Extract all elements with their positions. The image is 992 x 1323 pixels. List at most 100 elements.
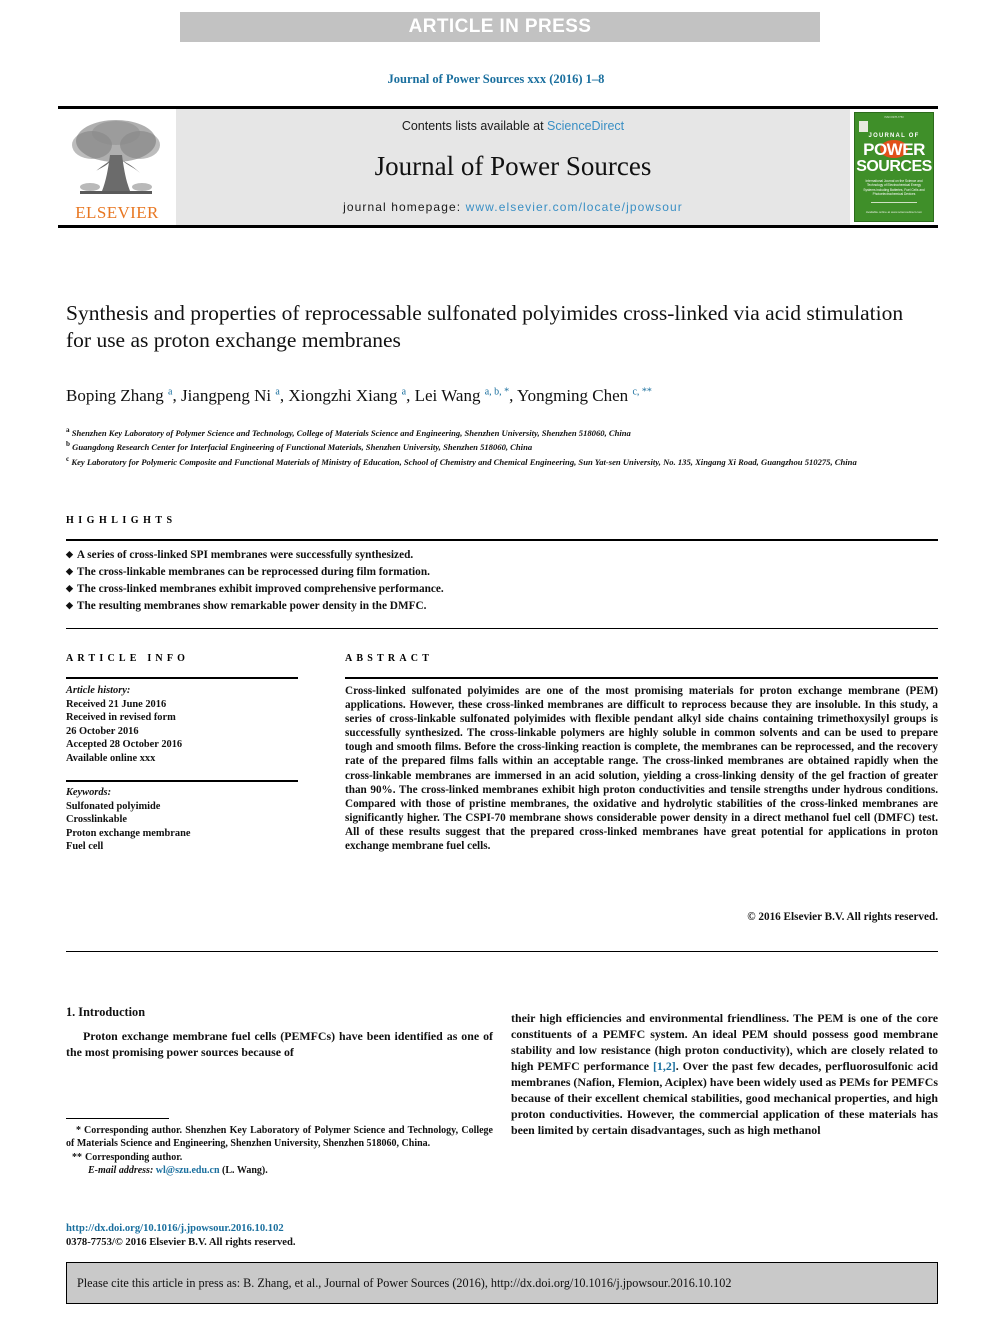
- sciencedirect-link[interactable]: ScienceDirect: [547, 119, 624, 133]
- affiliation-item: b Guangdong Research Center for Interfac…: [66, 439, 944, 453]
- bullet-icon: ◆: [66, 600, 73, 610]
- contents-prefix: Contents lists available at: [401, 119, 548, 133]
- journal-title: Journal of Power Sources: [374, 151, 652, 181]
- cover-line3: SOURCES: [856, 158, 932, 175]
- keyword-item[interactable]: Fuel cell: [66, 841, 103, 852]
- highlights-divider: [66, 539, 938, 541]
- email-label: E-mail address:: [88, 1165, 154, 1177]
- history-item: Received 21 June 2016: [66, 698, 167, 710]
- affiliation-mark: c: [66, 454, 70, 463]
- affiliation-text: Key Laboratory for Polymeric Composite a…: [71, 456, 857, 467]
- elsevier-tree-icon: [72, 120, 160, 194]
- footnote-text: Corresponding author. Shenzhen Key Labor…: [66, 1125, 493, 1150]
- footnote-email-line: E-mail address: wl@szu.edu.cn (L. Wang).: [66, 1164, 493, 1177]
- page-title: Synthesis and properties of reprocessabl…: [66, 301, 904, 353]
- article-info-divider: [66, 677, 298, 679]
- author-item[interactable]: Jiangpeng Ni a: [181, 386, 280, 405]
- keyword-item[interactable]: Proton exchange membrane: [66, 828, 190, 839]
- author-affil-marks: c, **: [632, 386, 652, 398]
- highlights-heading: HIGHLIGHTS: [66, 515, 177, 526]
- keywords-divider: [66, 780, 298, 782]
- email-owner: (L. Wang).: [222, 1165, 268, 1177]
- author-item[interactable]: Xiongzhi Xiang a: [288, 386, 406, 405]
- journal-homepage-line: journal homepage: www.elsevier.com/locat…: [176, 200, 850, 214]
- elsevier-wordmark: ELSEVIER: [75, 203, 159, 222]
- article-history-label: Article history:: [66, 685, 131, 696]
- author-affil-marks: a: [168, 386, 173, 398]
- body-column-right: their high efficiencies and environmenta…: [511, 1010, 938, 1138]
- author-affil-marks: a: [401, 386, 407, 398]
- affiliation-text: Shenzhen Key Laboratory of Polymer Scien…: [71, 427, 631, 438]
- doi-link[interactable]: http://dx.doi.org/10.1016/j.jpowsour.201…: [66, 1222, 493, 1236]
- footnote-divider: [66, 1118, 169, 1119]
- author-affil-marks: a, b, *: [484, 386, 510, 398]
- list-item: ◆ The resulting membranes show remarkable…: [66, 597, 938, 614]
- history-item: Received in revised form: [66, 712, 176, 724]
- cover-line2: POWER: [863, 140, 925, 159]
- bullet-icon: ◆: [66, 549, 73, 559]
- cover-subtitle: International Journal on the Science and…: [863, 179, 925, 197]
- author-name: Yongming Chen: [517, 386, 629, 405]
- list-item: ◆ The cross-linkable membranes can be rep…: [66, 563, 938, 580]
- highlight-text: The cross-linkable membranes can be repr…: [76, 566, 430, 578]
- asterisk-icon: *: [76, 1125, 81, 1136]
- abstract-text: Cross-linked sulfonated polyimides are o…: [345, 685, 938, 853]
- article-in-press-label: ARTICLE IN PRESS: [408, 16, 592, 37]
- footnotes-block: * Corresponding author. Shenzhen Key Labo…: [66, 1124, 493, 1178]
- cover-divider: [871, 202, 917, 203]
- masthead-center: Contents lists available at ScienceDirec…: [176, 109, 850, 225]
- homepage-label: journal homepage:: [343, 200, 466, 214]
- bullet-icon: ◆: [66, 566, 73, 576]
- history-item: Accepted 28 October 2016: [66, 739, 183, 751]
- list-item: ◆ A series of cross-linked SPI membranes …: [66, 546, 938, 563]
- cover-top-label: ISSN 0378-7753: [884, 116, 904, 119]
- body-paragraph: their high efficiencies and environmenta…: [511, 1010, 938, 1138]
- history-item: 26 October 2016: [66, 725, 139, 737]
- journal-reference-line: Journal of Power Sources xxx (2016) 1–8: [387, 72, 605, 86]
- author-name: Xiongzhi Xiang: [288, 386, 398, 405]
- keywords-block: Keywords: Sulfonated polyimide Crosslink…: [66, 786, 302, 854]
- highlight-text: A series of cross-linked SPI membranes w…: [76, 549, 414, 561]
- cover-art: ISSN 0378-7753 JOURNAL OF POWER SOURCES …: [854, 112, 934, 222]
- abstract-bottom-divider: [66, 951, 938, 952]
- issn-copyright-line: 0378-7753/© 2016 Elsevier B.V. All right…: [66, 1237, 296, 1248]
- article-history: Article history: Received 21 June 2016 R…: [66, 684, 302, 766]
- highlight-text: The resulting membranes show remarkable …: [76, 600, 427, 612]
- affiliation-item: c Key Laboratory for Polymeric Composite…: [66, 454, 944, 468]
- keyword-item[interactable]: Sulfonated polyimide: [66, 801, 160, 812]
- double-asterisk-icon: **: [72, 1151, 82, 1163]
- cover-line1: JOURNAL OF: [868, 133, 920, 139]
- citation-link[interactable]: [1,2]: [653, 1059, 676, 1073]
- keywords-label: Keywords:: [66, 787, 112, 798]
- affiliation-mark: a: [66, 426, 70, 434]
- journal-masthead: ELSEVIER Contents lists available at Sci…: [58, 106, 938, 228]
- body-column-left: Proton exchange membrane fuel cells (PEM…: [66, 1028, 493, 1060]
- author-item[interactable]: Lei Wang a, b, *: [415, 386, 510, 405]
- author-name: Lei Wang: [414, 386, 481, 405]
- author-item[interactable]: Boping Zhang a: [66, 386, 172, 405]
- keyword-item[interactable]: Crosslinkable: [66, 814, 127, 825]
- footnote-corresponding-2: ** Corresponding author.: [66, 1151, 493, 1164]
- history-item: Available online xxx: [66, 752, 156, 764]
- journal-cover-thumbnail: ISSN 0378-7753 JOURNAL OF POWER SOURCES …: [850, 109, 938, 225]
- author-name: Jiangpeng Ni: [180, 386, 272, 405]
- footnote-text: Corresponding author.: [85, 1151, 183, 1163]
- cover-elsevier-badge-icon: [859, 121, 868, 132]
- bullet-icon: ◆: [66, 583, 73, 593]
- homepage-url[interactable]: www.elsevier.com/locate/jpowsour: [466, 200, 683, 214]
- article-info-heading: ARTICLE INFO: [66, 653, 190, 664]
- affiliation-text: Guangdong Research Center for Interfacia…: [72, 442, 533, 453]
- email-link[interactable]: wl@szu.edu.cn: [156, 1165, 220, 1176]
- author-item[interactable]: Yongming Chen c, **: [517, 386, 652, 405]
- list-item: ◆ The cross-linked membranes exhibit impr…: [66, 580, 938, 597]
- footnote-corresponding-1: * Corresponding author. Shenzhen Key Labo…: [66, 1124, 493, 1151]
- highlight-text: The cross-linked membranes exhibit impro…: [76, 583, 444, 595]
- elsevier-logo: ELSEVIER: [58, 109, 176, 225]
- highlights-list: ◆ A series of cross-linked SPI membranes …: [66, 546, 938, 614]
- cover-footer: Available online at www.sciencedirect.co…: [865, 210, 923, 215]
- author-list: Boping Zhang a, Jiangpeng Ni a, Xiongzhi…: [66, 386, 652, 405]
- affiliation-mark: b: [66, 440, 70, 449]
- abstract-heading: ABSTRACT: [345, 653, 434, 664]
- author-name: Boping Zhang: [66, 386, 164, 405]
- body-paragraph: Proton exchange membrane fuel cells (PEM…: [66, 1029, 493, 1059]
